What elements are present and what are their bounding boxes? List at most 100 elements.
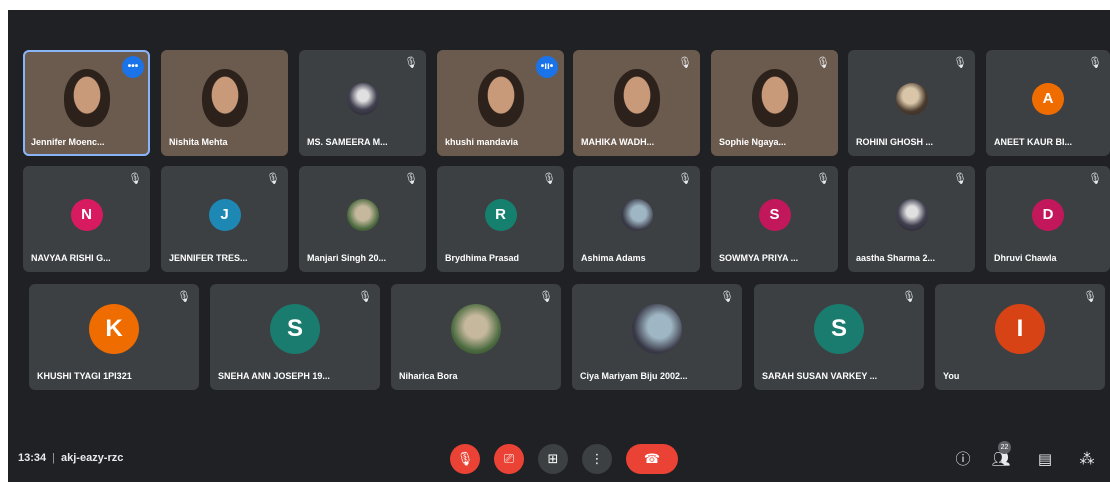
- participant-name: You: [943, 371, 960, 381]
- end-call-icon: ☎: [643, 451, 661, 466]
- participant-name: Niharica Bora: [399, 371, 458, 381]
- participant-tile[interactable]: 🎙︎ I You: [935, 284, 1105, 390]
- mic-off-icon: 🎙︎: [678, 57, 692, 69]
- participant-tile[interactable]: 🎙︎ Niharica Bora: [391, 284, 561, 390]
- mic-off-icon: 🎙︎: [816, 173, 830, 185]
- participant-tile[interactable]: •ıı• khushi mandavia: [437, 50, 564, 156]
- activities-button[interactable]: ⁂: [1076, 449, 1098, 471]
- mic-off-icon: 🎙︎: [358, 291, 372, 303]
- avatar: D: [1032, 198, 1064, 231]
- participant-tile[interactable]: 🎙︎ J JENNIFER TRES...: [161, 166, 288, 272]
- participant-tile[interactable]: 🎙︎ Ciya Mariyam Biju 2002...: [572, 284, 742, 390]
- avatar: S: [758, 198, 791, 231]
- participant-name: Dhruvi Chawla: [994, 253, 1057, 263]
- mic-off-icon: 🎙︎: [902, 291, 916, 303]
- participant-name: Ashima Adams: [581, 253, 646, 263]
- participant-name: Ciya Mariyam Biju 2002...: [580, 371, 688, 381]
- participant-tile[interactable]: 🎙︎ D Dhruvi Chawla: [986, 166, 1110, 272]
- participant-tile[interactable]: 🎙︎ aastha Sharma 2...: [848, 166, 975, 272]
- participant-name: aastha Sharma 2...: [856, 253, 936, 263]
- participant-tile[interactable]: 🎙︎ S SARAH SUSAN VARKEY ...: [754, 284, 924, 390]
- participant-name: SNEHA ANN JOSEPH 19...: [218, 371, 330, 381]
- mic-off-icon: 🎙︎: [128, 173, 142, 185]
- participant-video: [613, 69, 660, 128]
- participant-name: ANEET KAUR BI...: [994, 137, 1073, 147]
- participant-name: SOWMYA PRIYA ...: [719, 253, 799, 263]
- avatar: S: [814, 303, 864, 354]
- participant-video: [63, 69, 110, 128]
- mic-off-icon: 🎙︎: [542, 173, 556, 185]
- avatar: R: [484, 198, 517, 231]
- info-button[interactable]: ⓘ: [952, 449, 974, 471]
- chat-button[interactable]: ▤: [1034, 449, 1056, 471]
- mic-off-icon: 🎙︎: [678, 173, 692, 185]
- more-options-button[interactable]: ⋮: [582, 444, 612, 474]
- meeting-window: ••• Jennifer Moenc... Nishita Mehta 🎙︎ M…: [8, 10, 1110, 482]
- avatar: N: [70, 198, 103, 231]
- avatar: [451, 303, 501, 354]
- meeting-info: 13:34 | akj-eazy-rzc: [18, 452, 123, 464]
- mic-off-icon: 🎙︎: [404, 57, 418, 69]
- camera-toggle-button[interactable]: ⎚: [494, 444, 524, 474]
- speaking-icon: •ıı•: [536, 56, 558, 78]
- mic-off-icon: 🎙︎: [456, 451, 474, 466]
- present-button[interactable]: ⊞: [538, 444, 568, 474]
- people-button[interactable]: 22 👥︎: [990, 441, 1012, 471]
- participant-name: ROHINI GHOSH ...: [856, 137, 934, 147]
- participant-name: Brydhima Prasad: [445, 253, 520, 263]
- avatar: [346, 198, 379, 231]
- mic-off-icon: 🎙︎: [404, 173, 418, 185]
- mic-off-icon: 🎙︎: [266, 173, 280, 185]
- participant-name: NAVYAA RISHI G...: [31, 253, 111, 263]
- participant-video: [201, 69, 248, 128]
- participant-name: JENNIFER TRES...: [169, 253, 248, 263]
- mic-off-icon: 🎙︎: [1088, 57, 1102, 69]
- meeting-time: 13:34: [18, 452, 47, 464]
- avatar: J: [208, 198, 241, 231]
- participant-tile[interactable]: 🎙︎ K KHUSHI TYAGI 1PI321: [29, 284, 199, 390]
- mic-toggle-button[interactable]: 🎙︎: [450, 444, 480, 474]
- participant-tile[interactable]: 🎙︎ S SOWMYA PRIYA ...: [711, 166, 838, 272]
- people-count-badge: 22: [998, 441, 1011, 454]
- participant-tile[interactable]: 🎙︎ Ashima Adams: [573, 166, 700, 272]
- participant-tile[interactable]: 🎙︎ Sophie Ngaya...: [711, 50, 838, 156]
- participant-name: KHUSHI TYAGI 1PI321: [37, 371, 132, 381]
- participant-video: [477, 69, 524, 128]
- info-icon: ⓘ: [955, 451, 971, 468]
- participant-tile[interactable]: 🎙︎ S SNEHA ANN JOSEPH 19...: [210, 284, 380, 390]
- participant-tile[interactable]: 🎙︎ Manjari Singh 20...: [299, 166, 426, 272]
- mic-off-icon: 🎙︎: [1088, 173, 1102, 185]
- mic-off-icon: 🎙︎: [177, 291, 191, 303]
- participant-name: SARAH SUSAN VARKEY ...: [762, 371, 878, 381]
- participant-tile[interactable]: Nishita Mehta: [161, 50, 288, 156]
- separator: |: [52, 452, 55, 464]
- avatar: [346, 82, 379, 115]
- activities-icon: ⁂: [1079, 451, 1095, 468]
- participant-tile[interactable]: 🎙︎ R Brydhima Prasad: [437, 166, 564, 272]
- end-call-button[interactable]: ☎: [626, 444, 678, 474]
- mic-off-icon: 🎙︎: [1083, 291, 1097, 303]
- avatar: [620, 198, 653, 231]
- people-icon: 👥︎: [991, 451, 1011, 468]
- participant-tile[interactable]: 🎙︎ N NAVYAA RISHI G...: [23, 166, 150, 272]
- participant-tile[interactable]: ••• Jennifer Moenc...: [23, 50, 150, 156]
- mic-off-icon: 🎙︎: [720, 291, 734, 303]
- meeting-code: akj-eazy-rzc: [61, 452, 124, 464]
- participant-video: [751, 69, 798, 128]
- avatar: A: [1032, 82, 1064, 115]
- participant-name: khushi mandavia: [445, 137, 519, 147]
- more-vert-icon: ⋮: [590, 451, 604, 466]
- participant-name: MAHIKA WADH...: [581, 137, 655, 147]
- participant-name: Jennifer Moenc...: [31, 137, 105, 147]
- avatar: [895, 82, 928, 115]
- mic-off-icon: 🎙︎: [953, 57, 967, 69]
- avatar: [895, 198, 928, 231]
- participant-tile[interactable]: 🎙︎ ROHINI GHOSH ...: [848, 50, 975, 156]
- more-dots-icon[interactable]: •••: [122, 56, 144, 78]
- mic-off-icon: 🎙︎: [539, 291, 553, 303]
- participant-name: Nishita Mehta: [169, 137, 228, 147]
- participant-tile[interactable]: 🎙︎ A ANEET KAUR BI...: [986, 50, 1110, 156]
- participant-tile[interactable]: 🎙︎ MAHIKA WADH...: [573, 50, 700, 156]
- participant-tile[interactable]: 🎙︎ MS. SAMEERA M...: [299, 50, 426, 156]
- mic-off-icon: 🎙︎: [953, 173, 967, 185]
